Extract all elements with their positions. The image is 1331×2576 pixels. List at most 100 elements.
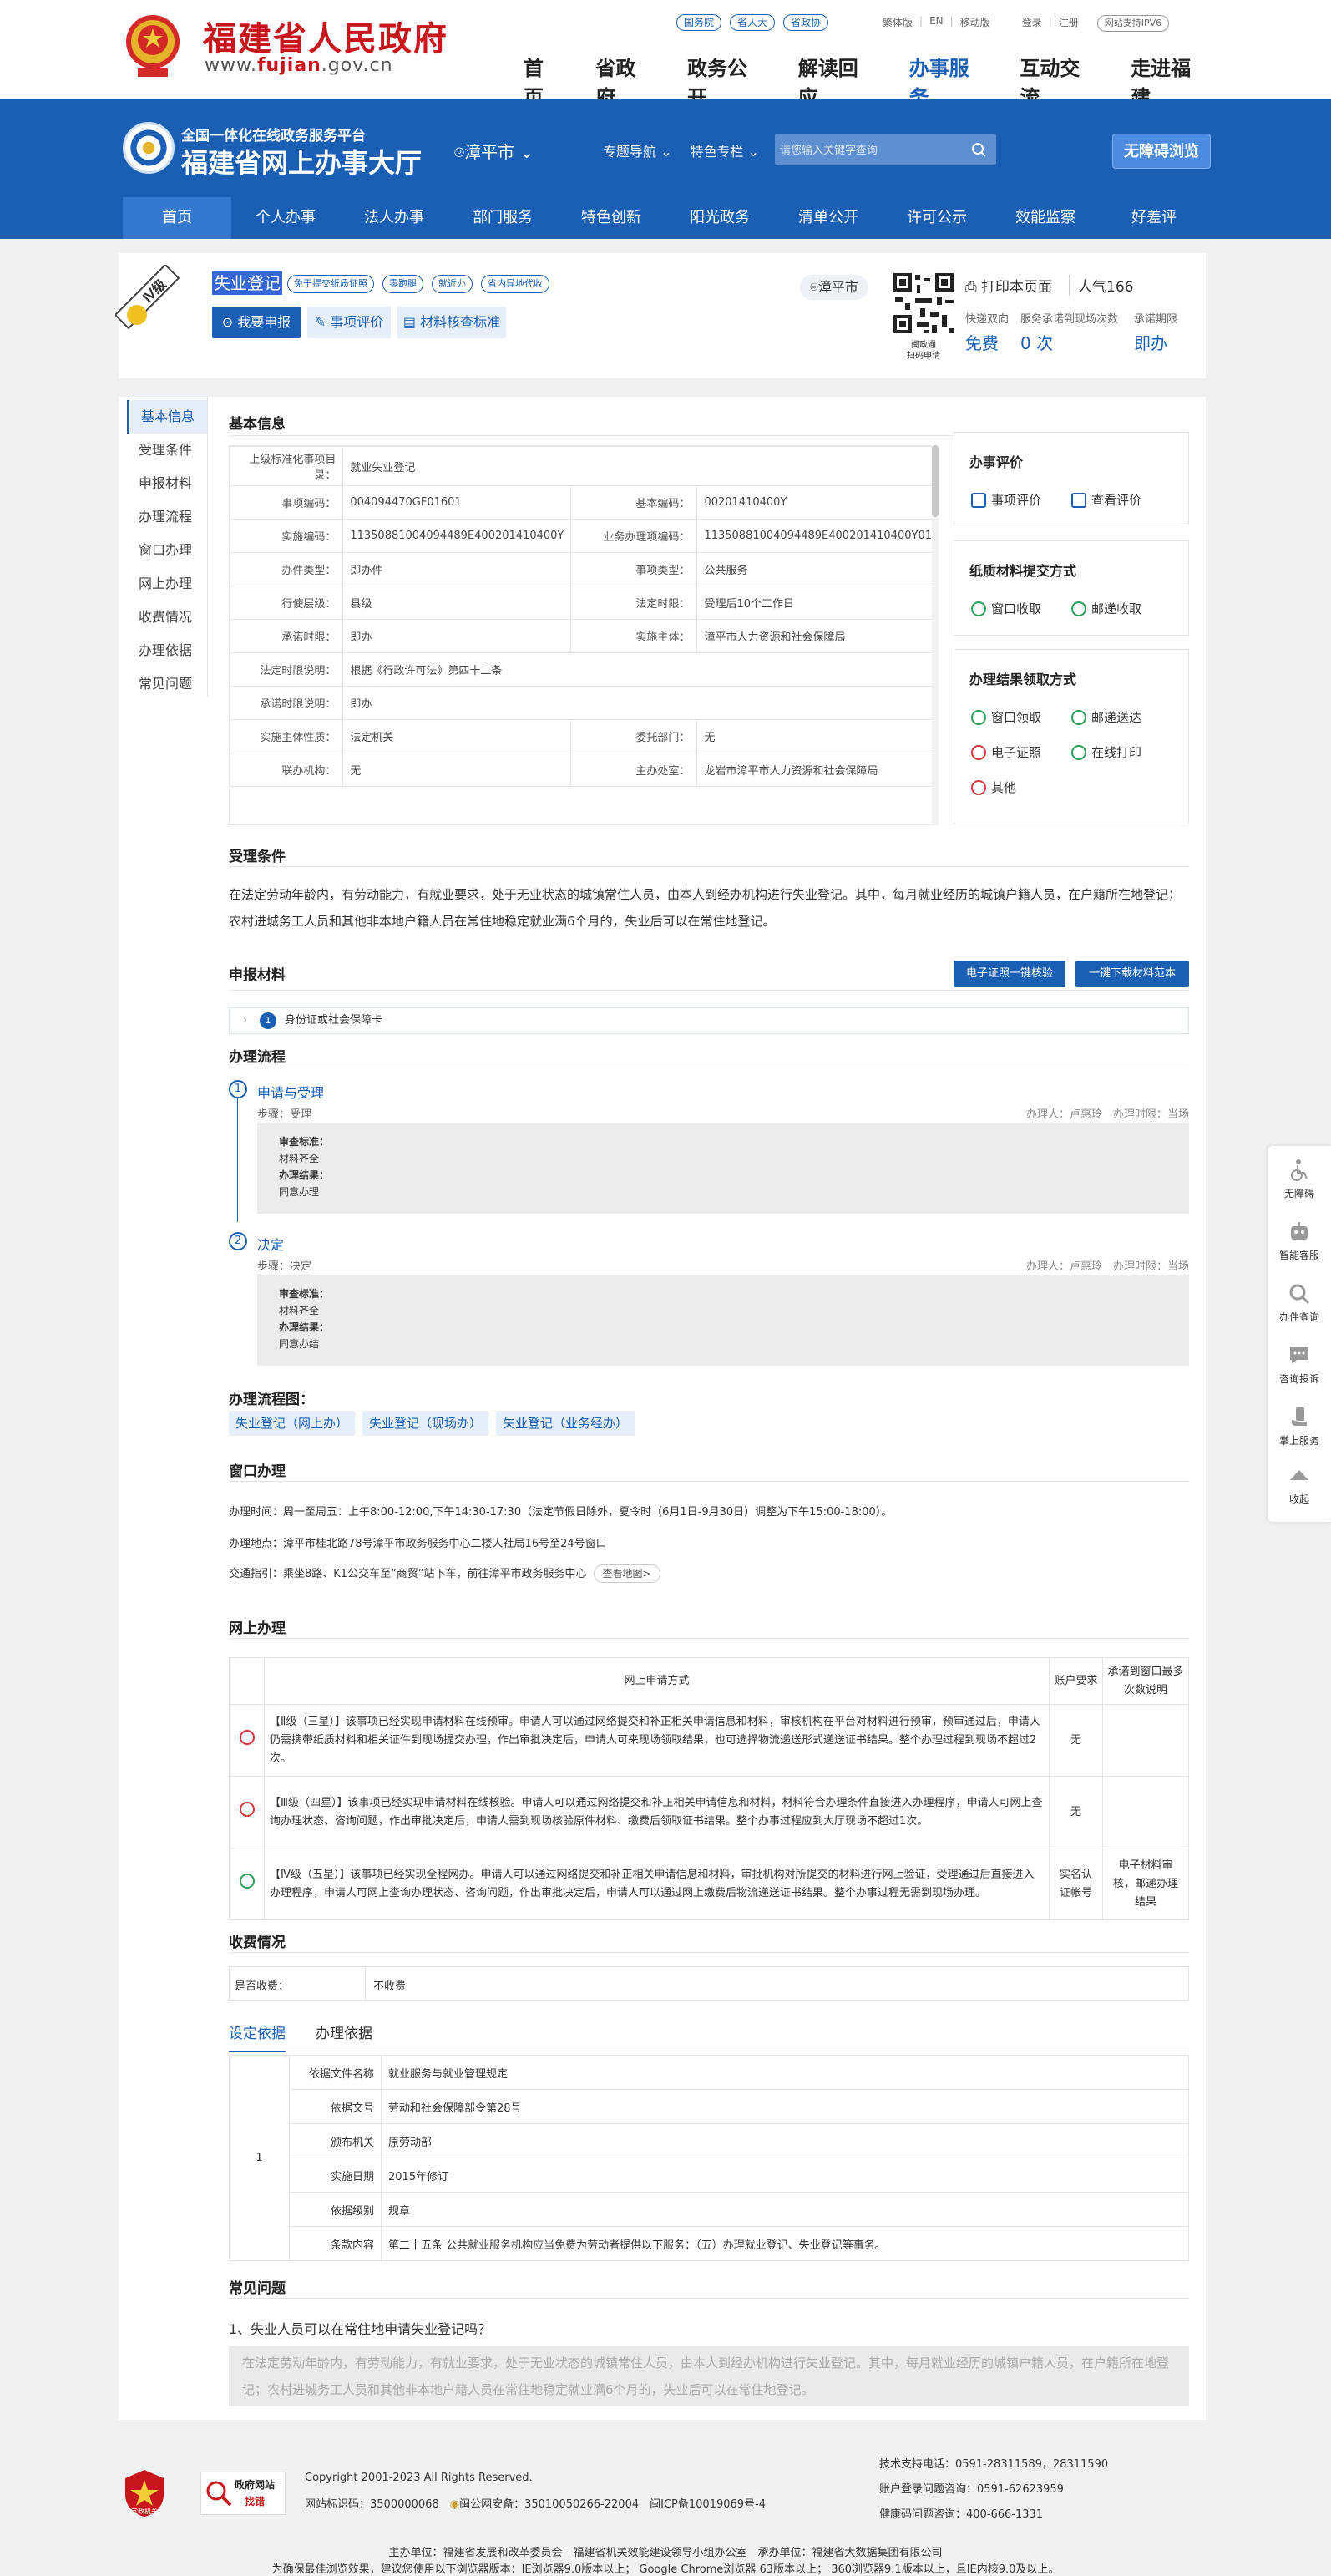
tab-handling-basis[interactable]: 办理依据 [316,2021,372,2052]
main-content: 基本信息 受理条件 申报材料 办理流程 窗口办理 网上办理 收费情况 办理依据 … [119,397,1206,2420]
subnav-legal[interactable]: 法人办事 [340,197,448,239]
hall-logo-icon [123,122,175,174]
evaluation-panel: 办事评价 事项评价 查看评价 [954,432,1189,525]
barrier-free-button[interactable]: 无障碍浏览 [1112,134,1211,169]
login-link[interactable]: 登录 [1022,15,1042,32]
ecert-verify-button[interactable]: 电子证照一键核验 [954,961,1065,987]
process-title: 办理流程 [229,1049,286,1066]
check-icon [971,709,986,725]
basis-table: 1 依据文件名称 就业服务与就业管理规定 依据文号 劳动和社会保障部令第28号 颁布机… [229,2055,1189,2261]
site-id: 网站标识码：3500000068 [305,2498,439,2511]
side-nav-online[interactable]: 网上办理 [127,567,207,601]
hall-banner: 全国一体化在线政务服务平台 福建省网上办事大厅 ⌾漳平市 ⌄ 专题导航 ⌄ 特色… [0,99,1331,239]
evaluate-button[interactable]: ✎ 事项评价 [307,307,391,338]
download-templates-button[interactable]: 一键下载材料范本 [1075,961,1189,987]
tool-mobile[interactable]: 掌上服务 [1268,1405,1331,1448]
flowchart-onsite[interactable]: 失业登记（现场办） [362,1411,489,1436]
subnav-sunshine[interactable]: 阳光政务 [666,197,774,239]
city-switch[interactable]: ⌾漳平市 ⌄ [454,139,534,163]
find-error-badge[interactable]: 政府网站 找错 [200,2472,286,2515]
conditions-title: 受理条件 [229,849,286,865]
topic-nav[interactable]: 专题导航 ⌄ [603,140,672,160]
party-gov-badge-icon[interactable]: 党政机关 [122,2468,167,2518]
step-number: 2 [229,1232,247,1250]
faq-question[interactable]: 1、失业人员可以在常住地申请失业登记吗？ [229,2318,491,2338]
info-scrollbar[interactable] [932,445,939,825]
side-nav-basic[interactable]: 基本信息 [127,400,207,434]
english-link[interactable]: EN [929,15,944,32]
view-evaluations-link[interactable]: 查看评价 [1071,491,1141,509]
online-title: 网上办理 [229,1620,286,1637]
fee-title: 收费情况 [229,1935,286,1951]
tool-accessibility[interactable]: 无障碍 [1268,1158,1331,1200]
side-nav-conditions[interactable]: 受理条件 [127,434,207,467]
scrollbar-thumb[interactable] [932,445,939,517]
basic-info-table[interactable]: 上级标准化事项目录： 就业失业登记 事项编码： 004094470GF01601 基本… [229,445,939,825]
cross-icon [971,779,986,795]
subnav-permits[interactable]: 许可公示 [883,197,991,239]
side-nav-fee[interactable]: 收费情况 [127,601,207,634]
evaluate-item-link[interactable]: 事项评价 [971,491,1041,509]
step-title[interactable]: 决定 [257,1234,284,1254]
subnav-rating[interactable]: 好差评 [1100,197,1208,239]
material-item[interactable]: › 1 身份证或社会保障卡 [229,1007,1189,1034]
subnav-dept[interactable]: 部门服务 [448,197,557,239]
print-button[interactable]: ⎙ 打印本页面 [965,275,1052,296]
subnav-innovation[interactable]: 特色创新 [557,197,666,239]
step-sub: 步骤：受理 [257,1108,312,1121]
side-nav-faq[interactable]: 常见问题 [127,667,207,701]
hall-title[interactable]: 福建省网上办事大厅 [181,142,422,180]
check-standard-button[interactable]: ▤ 材料核查标准 [397,307,506,338]
traditional-link[interactable]: 繁体版 [883,15,913,32]
subnav-home[interactable]: 首页 [123,197,231,239]
site-title[interactable]: 福建省人民政府 [203,12,448,60]
step-title[interactable]: 申请与受理 [257,1082,324,1102]
tool-collapse[interactable]: 收起 [1268,1463,1331,1506]
special-column[interactable]: 特色专栏 ⌄ [691,140,760,160]
level-ribbon-icon: Ⅳ级 [115,265,180,330]
search-icon[interactable] [971,142,986,157]
link-npc[interactable]: 省人大 [730,14,776,31]
window-title: 窗口办理 [229,1463,286,1480]
search-input[interactable] [780,140,964,159]
tool-ai-service[interactable]: 智能客服 [1268,1220,1331,1262]
material-name: 身份证或社会保障卡 [285,1014,383,1027]
side-nav-divider [207,397,208,697]
gov-header: 福建省人民政府 www.fujian.gov.cn 国务院 省人大 省政协 繁体… [0,0,1331,109]
step-meta: 办理人：卢惠玲 办理时限：当场 [1025,1108,1189,1121]
subnav-personal[interactable]: 个人办事 [231,197,340,239]
table-row: 办件类型： 即办件 事项类型： 公共服务 [230,552,938,586]
table-row: 【Ⅱ级（三星）】该事项已经实现申请材料在线预审。申请人可以通过网络提交和补正相关… [229,1704,1189,1777]
step-detail: 审查标准： 材料齐全 办理结果： 同意办理 [257,1123,1189,1214]
material-number: 1 [260,1012,276,1029]
police-record[interactable]: 闽公网安备：35010050266-22004 [459,2498,639,2511]
side-nav-window[interactable]: 窗口办理 [127,534,207,567]
tool-complaint[interactable]: 咨询投诉 [1268,1343,1331,1386]
table-row: 条款内容 第二十五条 公共就业服务机构应当免费为劳动者提供以下服务：（五）办理就业… [230,2226,1189,2261]
subnav-supervision[interactable]: 效能监察 [991,197,1100,239]
tool-query[interactable]: 办件查询 [1268,1281,1331,1324]
tab-setting-basis[interactable]: 设定依据 [229,2021,286,2052]
side-nav-process[interactable]: 办理流程 [127,500,207,534]
side-nav-basis[interactable]: 办理依据 [127,634,207,667]
icp-record[interactable]: 闽ICP备10019069号-4 [650,2498,766,2511]
fee-value: 不收费 [373,1980,407,1993]
mobile-link[interactable]: 移动版 [960,15,990,32]
apply-button[interactable]: ⊙ 我要申报 [212,307,301,338]
flowchart-business[interactable]: 失业登记（业务经办） [496,1411,635,1436]
result-mail: 邮递送达 [1071,708,1141,726]
link-state-council[interactable]: 国务院 [676,14,722,31]
step-number: 1 [229,1080,247,1098]
view-map-button[interactable]: 查看地图> [593,1564,660,1583]
flowchart-online[interactable]: 失业登记（网上办） [229,1411,356,1436]
tag-remote: 省内异地代收 [481,275,549,293]
item-header-card: Ⅳ级 失业登记 免于提交纸质证照 零跑腿 就近办 省内异地代收 ⊙ 我要申报 ✎… [115,253,1206,378]
magnifier-icon [206,2481,232,2507]
chevron-right-icon: › [243,1014,248,1027]
subnav-lists[interactable]: 清单公开 [774,197,883,239]
link-cppcc[interactable]: 省政协 [783,14,829,31]
flow-line [237,1088,238,1222]
register-link[interactable]: 注册 [1059,15,1079,32]
account-phone: 账户登录问题咨询：0591-62623959 [879,2483,1064,2496]
side-nav-materials[interactable]: 申报材料 [127,467,207,500]
